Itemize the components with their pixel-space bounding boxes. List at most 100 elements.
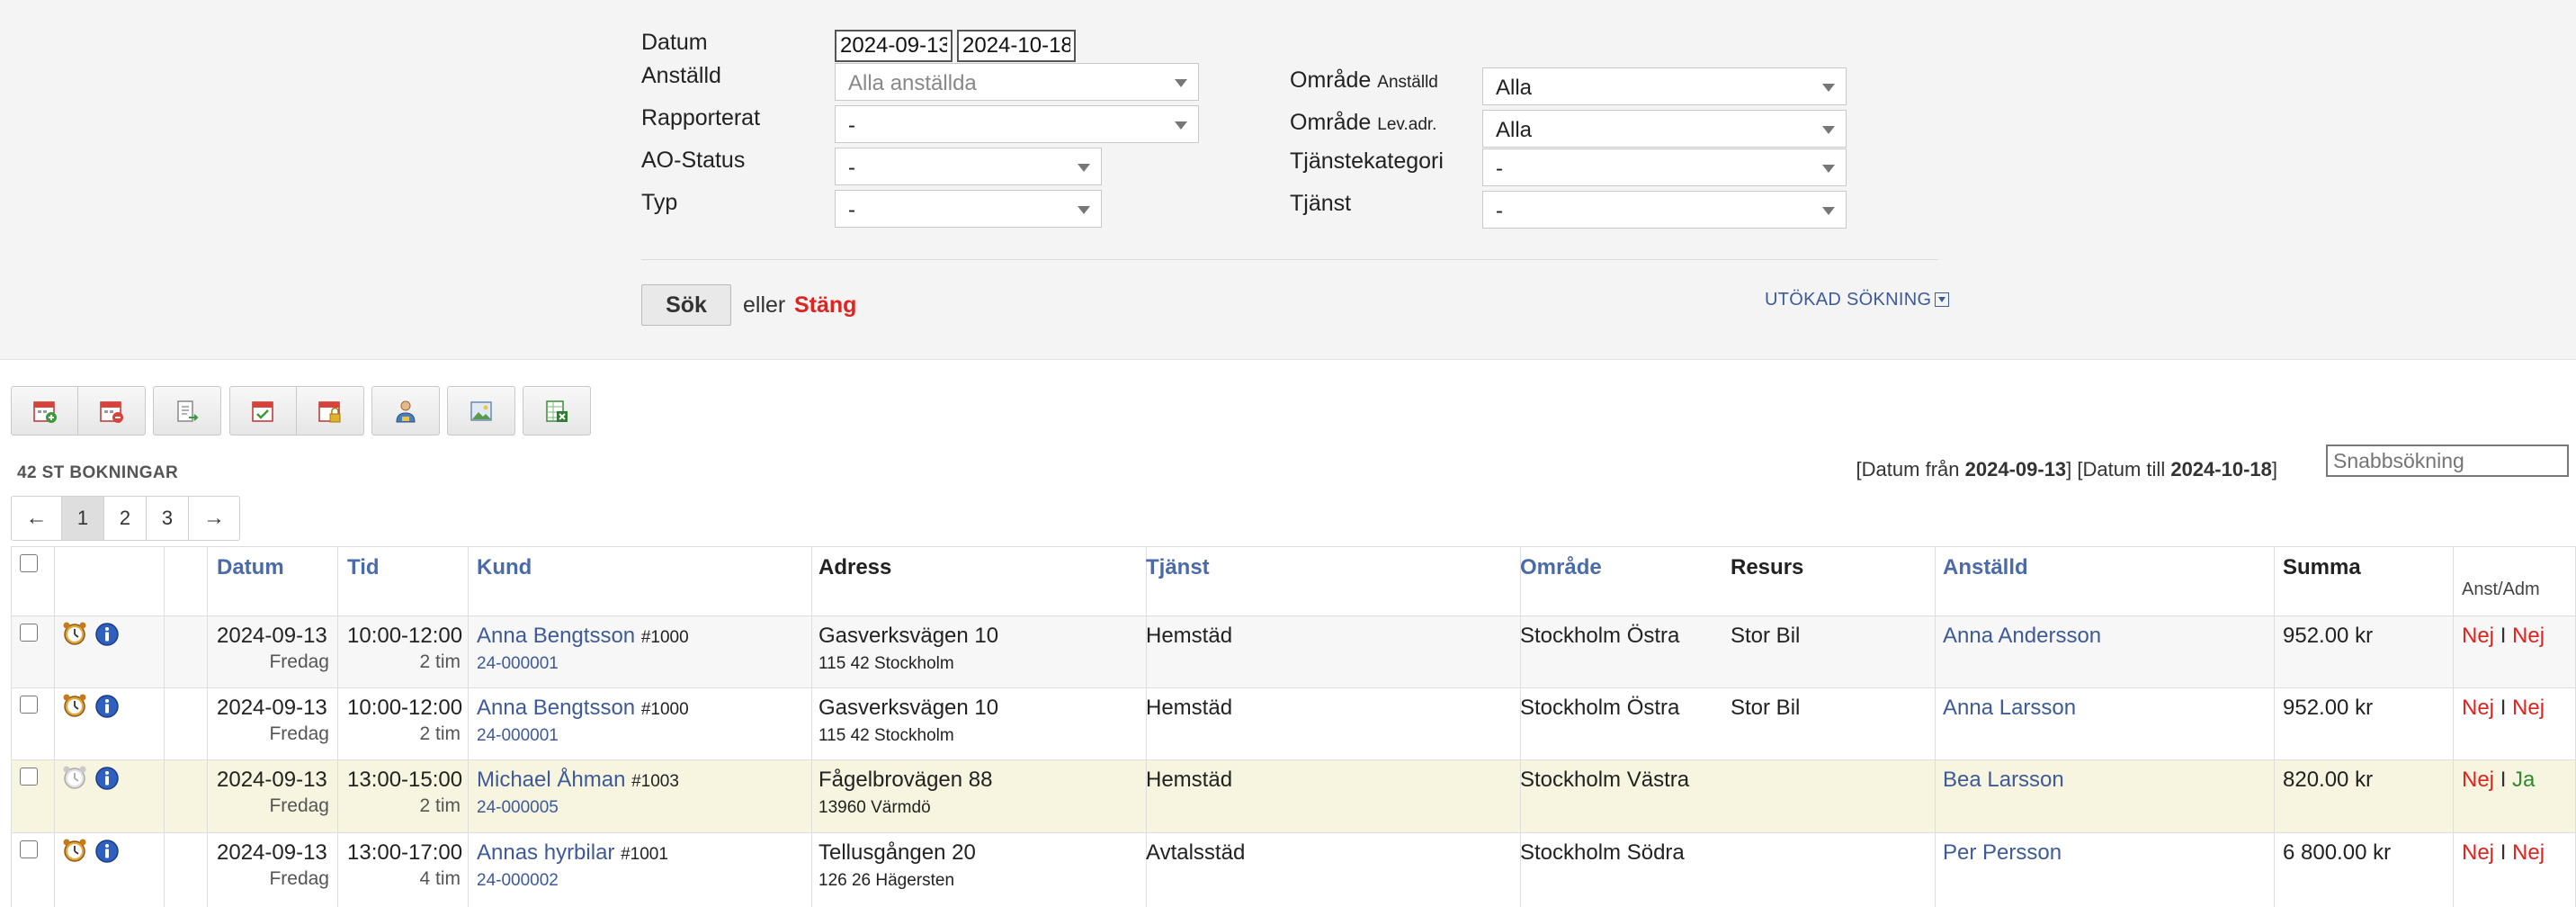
pagination-page-1[interactable]: 1 [62, 497, 104, 540]
select-all-checkbox[interactable] [20, 554, 38, 572]
info-icon[interactable] [94, 839, 120, 868]
customer-link[interactable]: Anna Bengtsson [477, 624, 635, 648]
row-duration: 2 tim [419, 651, 461, 672]
row-duration: 2 tim [419, 723, 461, 744]
date-to-input[interactable] [957, 30, 1076, 62]
column-header-time[interactable]: Tid [347, 555, 380, 580]
image-icon [470, 401, 492, 421]
service-select[interactable]: - [1482, 191, 1847, 229]
type-select-value: - [848, 198, 855, 222]
order-number-link[interactable]: 24-000001 [477, 654, 559, 674]
row-checkbox[interactable] [20, 696, 38, 714]
user-assign-icon [396, 400, 416, 423]
calendar-lock-button[interactable] [297, 387, 363, 435]
info-icon[interactable] [94, 766, 120, 795]
reported-label: Rapporterat [641, 105, 761, 130]
row-checkbox[interactable] [20, 768, 38, 786]
admin-status-toggle[interactable]: Nej [2512, 696, 2545, 720]
order-number-link[interactable]: 24-000001 [477, 726, 559, 746]
admin-status-toggle[interactable]: Nej [2512, 624, 2545, 648]
row-emp-adm-status: Nej I Ja [2462, 768, 2535, 793]
employee-link[interactable]: Bea Larsson [1943, 768, 2064, 793]
reported-select-value: - [848, 113, 855, 138]
order-number-link[interactable]: 24-000005 [477, 798, 559, 818]
calendar-remove-button[interactable] [78, 387, 145, 435]
date-label: Datum [641, 30, 708, 55]
row-city: 126 26 Hägersten [818, 871, 955, 890]
employee-link[interactable]: Per Persson [1943, 840, 2062, 866]
close-link[interactable]: Stäng [794, 292, 856, 319]
row-city: 115 42 Stockholm [818, 654, 954, 673]
ao-status-select[interactable]: - [835, 148, 1102, 185]
employee-status-toggle[interactable]: Nej [2462, 624, 2494, 648]
customer-link[interactable]: Michael Åhman [477, 768, 625, 792]
customer-link[interactable]: Anna Bengtsson [477, 696, 635, 720]
date-from-input[interactable] [835, 30, 953, 62]
row-service: Hemstäd [1146, 624, 1233, 648]
column-header-sum: Summa [2283, 555, 2361, 579]
row-date: 2024-09-13 [217, 624, 327, 648]
row-duration: 4 tim [419, 868, 461, 889]
customer-link[interactable]: Annas hyrbilar [477, 840, 614, 865]
alarm-clock-icon[interactable] [61, 837, 88, 868]
extended-search-link[interactable]: UTÖKAD SÖKNING [1765, 290, 1950, 310]
calendar-check-button[interactable] [230, 387, 297, 435]
customer-number: #1000 [640, 628, 689, 647]
employee-link[interactable]: Anna Andersson [1943, 624, 2101, 649]
pagination-page-3[interactable]: 3 [147, 497, 189, 540]
row-sum: 952.00 kr [2283, 696, 2374, 720]
row-date: 2024-09-13 [217, 696, 327, 720]
column-header-area[interactable]: Område [1520, 555, 1602, 580]
calendar-add-button[interactable] [12, 387, 78, 435]
admin-status-toggle[interactable]: Nej [2512, 840, 2545, 865]
status-separator: I [2500, 696, 2507, 720]
type-label: Typ [641, 190, 678, 215]
info-icon[interactable] [94, 622, 120, 651]
order-number-link[interactable]: 24-000002 [477, 871, 559, 891]
pagination-next[interactable]: → [189, 497, 239, 540]
image-button[interactable] [448, 387, 514, 435]
row-street: Fågelbrovägen 88 [818, 768, 993, 792]
column-header-date[interactable]: Datum [217, 555, 284, 580]
employee-select[interactable]: Alla anställda [835, 63, 1199, 101]
user-assign-button[interactable] [372, 387, 439, 435]
info-icon[interactable] [94, 694, 120, 723]
service-category-select[interactable]: - [1482, 148, 1847, 186]
area-employee-select[interactable]: Alla [1482, 67, 1847, 105]
quick-search-input[interactable] [2326, 445, 2569, 477]
employee-status-toggle[interactable]: Nej [2462, 768, 2494, 792]
pagination-page-2[interactable]: 2 [104, 497, 147, 540]
chevron-down-icon [1822, 126, 1835, 134]
employee-status-toggle[interactable]: Nej [2462, 696, 2494, 720]
row-street: Tellusgången 20 [818, 840, 976, 865]
chevron-down-icon [1822, 165, 1835, 173]
alarm-clock-icon[interactable] [61, 692, 88, 723]
row-city: 115 42 Stockholm [818, 726, 954, 745]
row-weekday: Fredag [269, 795, 329, 816]
calendar-remove-icon [100, 401, 123, 423]
admin-status-toggle[interactable]: Ja [2512, 768, 2535, 792]
document-export-icon [177, 400, 199, 422]
area-address-select[interactable]: Alla [1482, 110, 1847, 148]
document-export-button[interactable] [154, 387, 220, 435]
row-service: Hemstäd [1146, 696, 1233, 720]
alarm-clock-icon[interactable] [61, 620, 88, 651]
search-button[interactable]: Sök [641, 284, 731, 326]
row-checkbox[interactable] [20, 840, 38, 858]
pagination-prev[interactable]: ← [12, 497, 62, 540]
employee-status-toggle[interactable]: Nej [2462, 840, 2494, 865]
column-header-service[interactable]: Tjänst [1146, 555, 1210, 580]
type-select[interactable]: - [835, 190, 1102, 228]
spreadsheet-export-button[interactable] [523, 387, 590, 435]
status-separator: I [2500, 840, 2507, 865]
alarm-clock-inactive-icon[interactable] [61, 764, 88, 795]
row-checkbox[interactable] [20, 624, 38, 642]
reported-select[interactable]: - [835, 105, 1199, 143]
row-customer: Michael Åhman #1003 [477, 768, 679, 793]
status-separator: I [2500, 768, 2507, 792]
row-date: 2024-09-13 [217, 840, 327, 865]
column-header-customer[interactable]: Kund [477, 555, 532, 580]
chevron-down-icon [1078, 164, 1090, 172]
column-header-employee[interactable]: Anställd [1943, 555, 2028, 580]
employee-link[interactable]: Anna Larsson [1943, 696, 2076, 721]
